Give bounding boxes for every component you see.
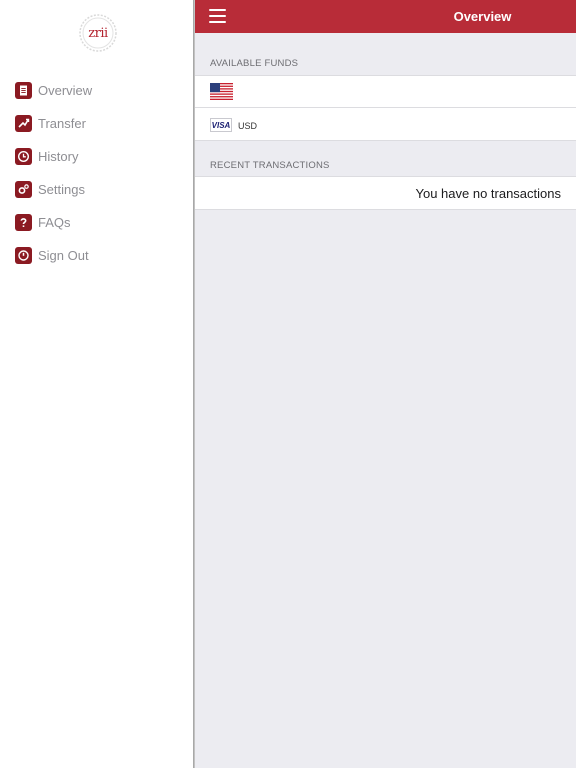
- recent-transactions-header: RECENT TRANSACTIONS: [210, 160, 330, 171]
- us-flag-icon: [210, 83, 233, 100]
- sidebar-item-label: FAQs: [38, 215, 71, 230]
- power-icon: [15, 247, 32, 264]
- question-icon: [15, 214, 32, 231]
- transactions-empty-row: You have no transactions: [195, 176, 576, 210]
- sidebar-item-history[interactable]: History: [0, 140, 193, 173]
- empty-transactions-message: You have no transactions: [415, 186, 561, 201]
- history-icon: [15, 148, 32, 165]
- sidebar-item-label: Overview: [38, 83, 93, 98]
- document-icon: [15, 82, 32, 99]
- top-bar: Overview: [195, 0, 576, 33]
- sidebar-item-transfer[interactable]: Transfer: [0, 107, 193, 140]
- funds-row-usd-flag[interactable]: [195, 75, 576, 108]
- sidebar-item-label: Transfer: [38, 116, 86, 131]
- zrii-logo: zrii: [78, 13, 118, 53]
- logo-text: zrii: [88, 25, 108, 41]
- funds-row-visa[interactable]: VISA USD: [195, 107, 576, 141]
- sidebar-item-faqs[interactable]: FAQs: [0, 206, 193, 239]
- currency-label: USD: [238, 121, 258, 131]
- sidebar-item-label: History: [38, 149, 79, 164]
- hamburger-icon[interactable]: [209, 9, 227, 24]
- main-panel: Overview AVAILABLE FUNDS VISA USD RECENT…: [195, 0, 576, 768]
- sidebar-item-overview[interactable]: Overview: [0, 74, 193, 107]
- transfer-icon: [15, 115, 32, 132]
- visa-card-icon: VISA: [210, 118, 232, 132]
- sidebar: zrii Overview Transfer History Settings: [0, 0, 193, 768]
- available-funds-header: AVAILABLE FUNDS: [210, 58, 299, 69]
- page-title: Overview: [453, 9, 512, 24]
- sidebar-item-sign-out[interactable]: Sign Out: [0, 239, 193, 272]
- sidebar-item-label: Sign Out: [38, 248, 89, 263]
- sidebar-item-label: Settings: [38, 182, 85, 197]
- sidebar-item-settings[interactable]: Settings: [0, 173, 193, 206]
- gear-icon: [15, 181, 32, 198]
- sidebar-nav: Overview Transfer History Settings FAQs: [0, 74, 193, 272]
